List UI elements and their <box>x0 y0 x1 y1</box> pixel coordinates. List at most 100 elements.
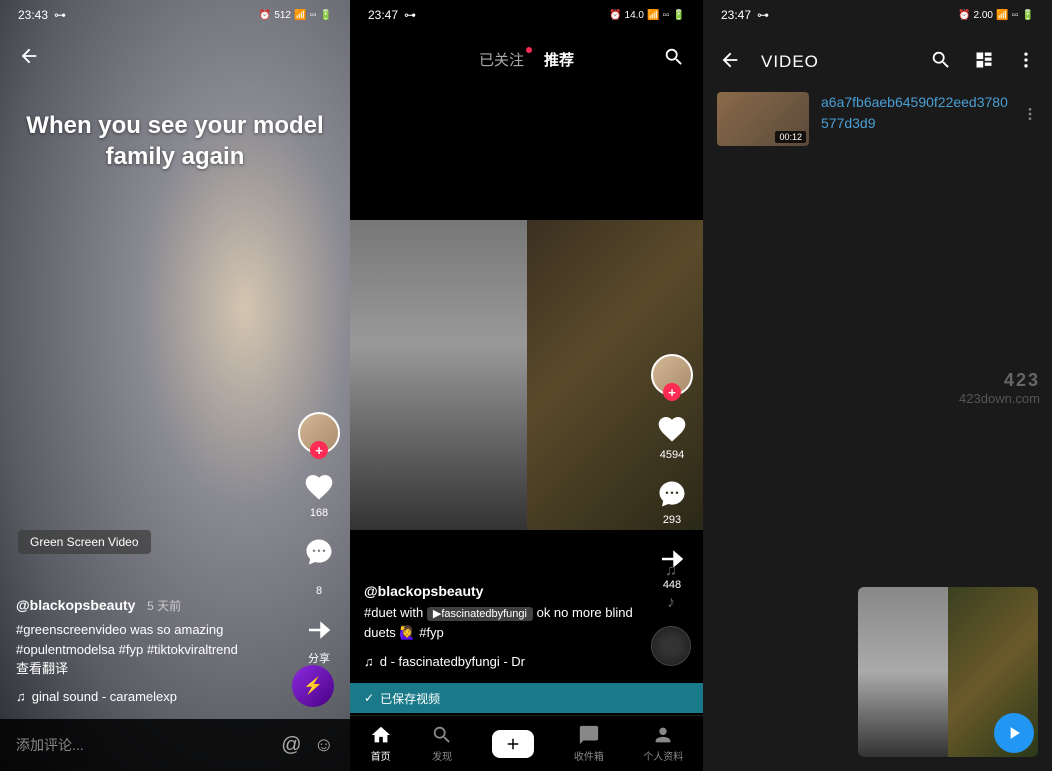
status-time: 23:47 <box>368 8 398 22</box>
alarm-icon: ⏰ <box>958 10 970 21</box>
key-icon: ⊶ <box>757 8 769 22</box>
signal-icon: ▫▫ <box>662 10 669 21</box>
music-note-icon: ♫ <box>665 562 677 580</box>
emoji-icon[interactable]: ☺ <box>314 734 334 757</box>
bottom-navigation: 首页 发现 收件箱 个人资料 <box>350 715 703 771</box>
signal-icon: ▫▫ <box>1011 10 1018 21</box>
back-button[interactable] <box>18 45 40 72</box>
music-track[interactable]: ♫ ginal sound - caramelexp <box>16 687 290 707</box>
share-button[interactable]: 分享 <box>302 613 336 666</box>
nav-inbox-label: 收件箱 <box>574 748 604 763</box>
key-icon: ⊶ <box>404 8 416 22</box>
view-toggle-button[interactable] <box>974 50 994 75</box>
search-button[interactable] <box>663 46 685 73</box>
wifi-icon: 📶 <box>996 10 1008 21</box>
profile-avatar-button[interactable]: + <box>651 354 693 396</box>
status-bar: 23:43 ⊶ ⏰ 512 📶 ▫▫ 🔋 <box>0 0 350 30</box>
nav-discover-label: 发现 <box>432 748 452 763</box>
signal-icon: ▫▫ <box>309 10 316 21</box>
check-icon: ✓ <box>364 691 374 705</box>
page-title: VIDEO <box>761 52 819 72</box>
video-info: @blackopsbeauty 5 天前 #greenscreenvideo w… <box>16 595 290 706</box>
nav-home-label: 首页 <box>371 748 391 763</box>
feed-tabs: 已关注 推荐 <box>350 38 703 80</box>
profile-avatar-button[interactable]: + <box>298 412 340 454</box>
comment-input-bar: 添加评论... @ ☺ <box>0 719 350 771</box>
side-action-rail: + 168 8 分享 <box>298 412 340 666</box>
nav-home[interactable]: 首页 <box>370 724 392 763</box>
battery-icon: 🔋 <box>320 10 332 21</box>
desc-prefix: #duet with <box>364 605 423 620</box>
lightning-icon: ⚡ <box>303 676 323 696</box>
duet-user-tag[interactable]: ▶fascinatedbyfungi <box>427 607 533 621</box>
translate-link[interactable]: 查看翻译 <box>16 659 290 679</box>
like-count: 4594 <box>660 449 684 461</box>
music-track[interactable]: ♫ d - fascinatedbyfungi - Dr <box>364 652 643 673</box>
status-bar: 23:47 ⊶ ⏰ 14.0 📶 ▫▫ 🔋 <box>350 0 703 30</box>
status-time: 23:43 <box>18 8 48 22</box>
saved-label: 已保存视频 <box>380 690 440 707</box>
home-icon <box>370 724 392 746</box>
post-time: 5 天前 <box>147 599 181 613</box>
play-button[interactable] <box>994 713 1034 753</box>
tab-recommended[interactable]: 推荐 <box>544 49 574 70</box>
preview-left-pane <box>858 587 948 757</box>
status-icons: ⏰ 14.0 📶 ▫▫ 🔋 <box>609 10 685 21</box>
saved-video-banner[interactable]: ✓ 已保存视频 <box>350 683 703 713</box>
follow-plus-icon[interactable]: + <box>663 383 681 401</box>
mention-icon[interactable]: @ <box>281 734 301 757</box>
status-time: 23:47 <box>721 8 751 22</box>
create-icon <box>492 730 534 758</box>
video-filename: a6a7fb6aeb64590f22eed3780577d3d9 <box>821 92 1010 134</box>
nav-profile[interactable]: 个人资料 <box>643 724 683 763</box>
username-link[interactable]: @blackopsbeauty <box>364 580 643 602</box>
nav-profile-label: 个人资料 <box>643 748 683 763</box>
like-button[interactable]: 4594 <box>655 412 689 461</box>
status-icons: ⏰ 512 📶 ▫▫ 🔋 <box>259 10 332 21</box>
effect-tag[interactable]: Green Screen Video <box>18 530 151 554</box>
username-link[interactable]: @blackopsbeauty <box>16 597 135 613</box>
comment-icon <box>302 535 336 569</box>
video-duration: 00:12 <box>775 131 806 143</box>
music-note-icon: ♪ <box>667 594 675 612</box>
alarm-icon: ⏰ <box>259 10 271 21</box>
side-action-rail: + 4594 293 448 <box>651 354 693 591</box>
comment-icon <box>655 477 689 511</box>
tiktok-video-screen: 23:43 ⊶ ⏰ 512 📶 ▫▫ 🔋 When you see your m… <box>0 0 350 771</box>
nav-create-button[interactable] <box>492 730 534 758</box>
nav-discover[interactable]: 发现 <box>431 724 453 763</box>
comment-button[interactable]: 293 <box>655 477 689 526</box>
video-library-screen: 23:47 ⊶ ⏰ 2.00 📶 ▫▫ 🔋 VIDEO <box>703 0 1052 771</box>
back-button[interactable] <box>719 49 741 76</box>
music-note-icon: ♫ <box>364 652 374 673</box>
status-icons: ⏰ 2.00 📶 ▫▫ 🔋 <box>958 10 1034 21</box>
music-title: ginal sound - caramelexp <box>32 687 177 707</box>
more-menu-button[interactable] <box>1016 50 1036 75</box>
music-side-icons: ♫ ♪ <box>651 562 691 666</box>
person-icon <box>652 724 674 746</box>
follow-plus-icon[interactable]: + <box>310 441 328 459</box>
like-count: 168 <box>310 507 328 519</box>
like-button[interactable]: 168 <box>302 470 336 519</box>
tab-following[interactable]: 已关注 <box>479 49 524 70</box>
video-description[interactable]: #greenscreenvideo was so amazing #opulen… <box>16 620 290 659</box>
inbox-icon <box>578 724 600 746</box>
video-thumbnail: 00:12 <box>717 92 809 146</box>
tab-following-label: 已关注 <box>479 52 524 69</box>
nav-inbox[interactable]: 收件箱 <box>574 724 604 763</box>
net-speed: 14.0 <box>625 10 644 21</box>
comment-button[interactable] <box>302 535 336 569</box>
video-list-item[interactable]: 00:12 a6a7fb6aeb64590f22eed3780577d3d9 <box>717 92 1038 146</box>
battery-icon: 🔋 <box>673 10 685 21</box>
watermark-text-2: 423down.com <box>959 391 1040 406</box>
comment-count: 293 <box>663 514 681 526</box>
item-more-button[interactable] <box>1022 92 1038 127</box>
music-note-icon: ♫ <box>16 687 26 707</box>
music-disc-button[interactable] <box>651 626 691 666</box>
net-speed: 512 <box>274 10 291 21</box>
sound-fab-button[interactable]: ⚡ <box>292 665 334 707</box>
search-button[interactable] <box>930 49 952 76</box>
video-description[interactable]: #duet with ▶fascinatedbyfungi ok no more… <box>364 603 643 645</box>
wifi-icon: 📶 <box>294 10 306 21</box>
comment-input[interactable]: 添加评论... <box>16 735 269 755</box>
